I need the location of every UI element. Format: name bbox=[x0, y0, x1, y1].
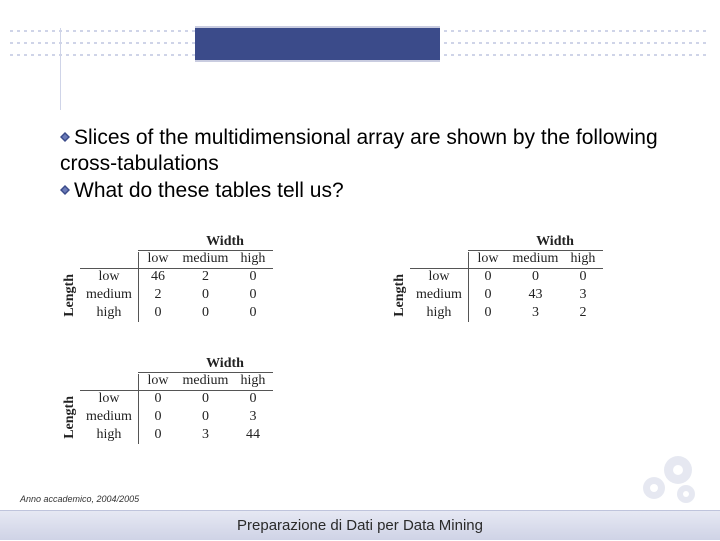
bullet-text: What do these tables tell us? bbox=[74, 179, 344, 202]
row-low: low bbox=[80, 268, 138, 286]
cell: 0 bbox=[138, 408, 178, 426]
cell: 46 bbox=[138, 268, 178, 286]
cell: 0 bbox=[233, 304, 273, 322]
col-header-width: Width bbox=[130, 356, 320, 372]
col-header-width: Width bbox=[130, 234, 320, 250]
cell: 3 bbox=[233, 408, 273, 426]
diamond-bullet-icon bbox=[60, 132, 70, 142]
row-header-length: Length bbox=[62, 274, 78, 317]
col-high: high bbox=[563, 250, 603, 268]
row-high: high bbox=[80, 426, 138, 444]
cell: 0 bbox=[138, 426, 178, 444]
crosstab-grid: low medium high Length low 0 0 0 medium … bbox=[60, 372, 320, 444]
content-body: Slices of the multidimensional array are… bbox=[60, 125, 690, 204]
cell: 3 bbox=[563, 286, 603, 304]
cell: 0 bbox=[563, 268, 603, 286]
tables-row: Width low medium high Length low 46 2 0 … bbox=[60, 234, 680, 322]
crosstab-1: Width low medium high Length low 46 2 0 … bbox=[60, 234, 320, 322]
footer-title: Preparazione di Dati per Data Mining bbox=[0, 510, 720, 540]
cell: 0 bbox=[178, 286, 233, 304]
cell: 3 bbox=[508, 304, 563, 322]
row-high: high bbox=[410, 304, 468, 322]
cell: 0 bbox=[468, 286, 508, 304]
cell: 0 bbox=[468, 304, 508, 322]
row-medium: medium bbox=[410, 286, 468, 304]
row-header-length: Length bbox=[62, 396, 78, 439]
crosstab-2: Width low medium high Length low 0 0 0 m… bbox=[390, 234, 650, 322]
gears-decorative-icon bbox=[628, 448, 708, 508]
cell: 0 bbox=[468, 268, 508, 286]
cell: 3 bbox=[178, 426, 233, 444]
col-medium: medium bbox=[178, 250, 233, 268]
col-high: high bbox=[233, 372, 273, 390]
cell: 0 bbox=[178, 390, 233, 408]
cell: 0 bbox=[138, 304, 178, 322]
cell: 2 bbox=[138, 286, 178, 304]
cell: 0 bbox=[178, 304, 233, 322]
col-low: low bbox=[468, 250, 508, 268]
bullet-item: What do these tables tell us? bbox=[60, 178, 690, 204]
col-low: low bbox=[138, 372, 178, 390]
col-medium: medium bbox=[178, 372, 233, 390]
bullet-item: Slices of the multidimensional array are… bbox=[60, 125, 690, 178]
col-header-width: Width bbox=[460, 234, 650, 250]
row-low: low bbox=[410, 268, 468, 286]
crosstab-3: Width low medium high Length low 0 0 0 m… bbox=[60, 356, 320, 444]
col-low: low bbox=[138, 250, 178, 268]
row-header-length: Length bbox=[392, 274, 408, 317]
cell: 43 bbox=[508, 286, 563, 304]
row-medium: medium bbox=[80, 408, 138, 426]
crosstab-grid: low medium high Length low 0 0 0 medium … bbox=[390, 250, 650, 322]
bullet-text: Slices of the multidimensional array are… bbox=[60, 126, 658, 175]
cell: 0 bbox=[233, 286, 273, 304]
col-medium: medium bbox=[508, 250, 563, 268]
cell: 0 bbox=[233, 268, 273, 286]
cell: 2 bbox=[563, 304, 603, 322]
cell: 0 bbox=[178, 408, 233, 426]
cell: 0 bbox=[233, 390, 273, 408]
cell: 0 bbox=[138, 390, 178, 408]
cell: 0 bbox=[508, 268, 563, 286]
diamond-bullet-icon bbox=[60, 185, 70, 195]
col-high: high bbox=[233, 250, 273, 268]
crosstab-grid: low medium high Length low 46 2 0 medium… bbox=[60, 250, 320, 322]
footer-year: Anno accademico, 2004/2005 bbox=[20, 494, 139, 504]
cell: 44 bbox=[233, 426, 273, 444]
row-high: high bbox=[80, 304, 138, 322]
title-band bbox=[195, 26, 440, 62]
row-low: low bbox=[80, 390, 138, 408]
cell: 2 bbox=[178, 268, 233, 286]
row-medium: medium bbox=[80, 286, 138, 304]
decorative-rule bbox=[60, 28, 61, 110]
